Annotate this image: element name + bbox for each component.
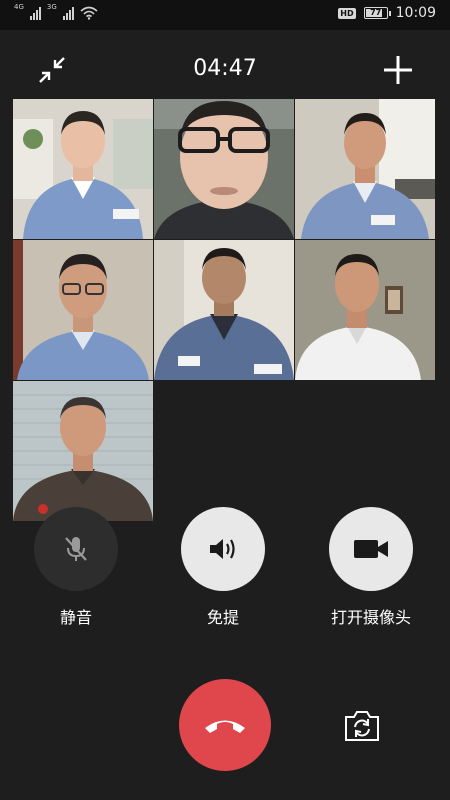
sim2-signal-icon <box>62 6 74 20</box>
speaker-icon <box>210 539 235 559</box>
participant-video <box>13 381 153 521</box>
hd-badge: HD <box>338 7 356 19</box>
participant-video-tile[interactable] <box>13 381 153 521</box>
wifi-icon <box>80 6 98 20</box>
sim2-network-label: 3G <box>46 3 57 11</box>
phone-hangup-icon <box>205 720 245 733</box>
status-left: 4G 3G <box>14 3 98 20</box>
switch-camera-icon <box>345 711 379 741</box>
hangup-button[interactable] <box>179 679 271 771</box>
status-bar: 4G 3G HD 77 10:09 <box>0 0 450 30</box>
sim1-signal-icon <box>29 6 41 20</box>
battery-level: 77 <box>370 8 382 17</box>
participant-video-tile[interactable] <box>13 99 153 239</box>
camera-label: 打开摄像头 <box>330 608 411 627</box>
mute-button[interactable] <box>34 507 118 591</box>
status-right: HD 77 10:09 <box>338 5 436 21</box>
battery-icon: 77 <box>363 7 391 19</box>
participant-video-tile[interactable] <box>13 240 153 380</box>
mic-off-icon <box>65 537 87 561</box>
status-clock: 10:09 <box>395 5 436 21</box>
video-camera-icon <box>354 540 388 558</box>
participant-video <box>154 99 294 239</box>
participant-video-tile[interactable] <box>295 99 435 239</box>
plus-icon <box>384 56 412 84</box>
participant-video <box>13 99 153 239</box>
participant-video <box>13 240 153 380</box>
speaker-label: 免提 <box>206 608 239 627</box>
participant-video <box>154 240 294 380</box>
participant-video <box>295 99 435 239</box>
mute-label: 静音 <box>59 608 92 627</box>
camera-button[interactable] <box>329 507 413 591</box>
add-participant-button[interactable] <box>380 52 416 88</box>
speaker-button[interactable] <box>181 507 265 591</box>
participant-video-tile[interactable] <box>154 240 294 380</box>
participant-video <box>295 240 435 380</box>
sim1-network-label: 4G <box>14 3 24 11</box>
participant-video-tile[interactable] <box>295 240 435 380</box>
switch-camera-button[interactable] <box>342 708 382 744</box>
participant-video-tile[interactable] <box>154 99 294 239</box>
